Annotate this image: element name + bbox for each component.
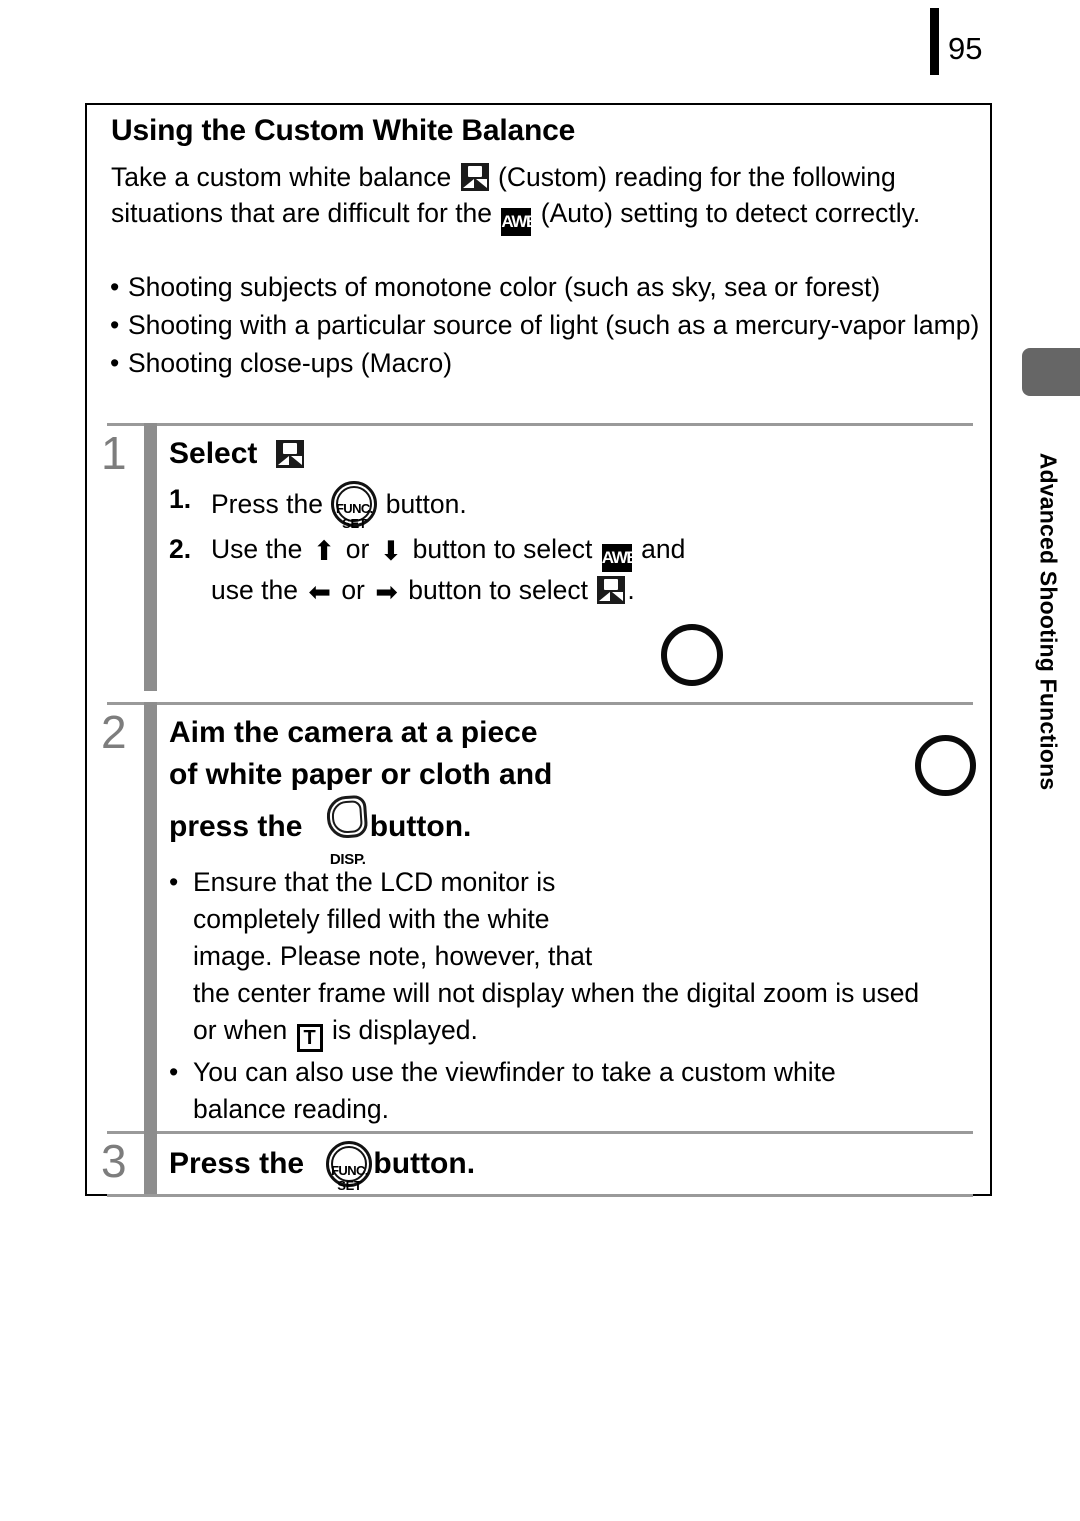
list-item-label: Shooting close-ups (Macro)	[128, 348, 453, 378]
intro-bullet-list: • Shooting subjects of monotone color (s…	[104, 268, 984, 382]
intro-paragraph: Take a custom white balance (Custom) rea…	[111, 159, 977, 236]
step-2-heading-line2: of white paper or cloth and	[169, 758, 553, 791]
custom-white-balance-icon	[275, 440, 304, 468]
step-divider	[107, 1194, 973, 1197]
auto-white-balance-icon: AWB	[501, 208, 538, 236]
step-2-bullet-1-line-1: Ensure that the LCD monitor is	[193, 867, 556, 897]
step-accent-bar	[144, 1131, 157, 1194]
bullet-dot-icon: •	[169, 1057, 179, 1087]
step-accent-bar	[144, 702, 157, 1131]
step-2-bullet-1-line-5: or when T is displayed.	[193, 1012, 969, 1052]
page-number-rule	[930, 8, 939, 75]
step-number: 2	[101, 706, 127, 758]
arrow-right-icon: ➡	[375, 577, 398, 607]
substep-1-marker: 1.	[169, 484, 192, 514]
step-2-bullet-1: • Ensure that the LCD monitor is complet…	[169, 864, 969, 1052]
step-2-bullet-1-line-5-text: or when	[193, 1015, 288, 1045]
step-2-heading-line3-a: press the	[169, 810, 303, 843]
custom-white-balance-icon	[460, 163, 489, 191]
substep-1: 1. Press the FUNC. SET button.	[169, 481, 729, 531]
substep-1-text-b: button.	[385, 489, 467, 519]
page-title: Using the Custom White Balance	[111, 114, 576, 147]
step-1-heading-label: Select	[169, 437, 258, 470]
side-tab-label: Advanced Shooting Functions	[1035, 452, 1062, 791]
step-2-heading: Aim the camera at a piece of white paper…	[169, 712, 969, 868]
step-1-body: Select 1. Press the FUNC. SET button. 2. …	[169, 433, 729, 609]
substep-2: 2. Use the ⬆ or ⬇ button to select AWB a…	[169, 531, 729, 609]
step-2-bullet-2-line-2: balance reading.	[193, 1094, 389, 1124]
substep-2-text-e: or	[341, 575, 365, 605]
page-number: 95	[948, 31, 983, 66]
step-2-heading-line1: Aim the camera at a piece	[169, 716, 538, 749]
substep-2-text-f: button to select	[408, 575, 588, 605]
bullet-dot-icon: •	[110, 272, 120, 302]
arrow-left-icon: ⬅	[308, 577, 331, 607]
list-item: • Shooting close-ups (Macro)	[104, 344, 984, 382]
tele-zoom-icon: T	[296, 1024, 323, 1052]
step-divider	[107, 1131, 973, 1134]
arrow-down-icon: ⬇	[379, 536, 403, 566]
list-item-label: Shooting subjects of monotone color (suc…	[128, 272, 881, 302]
bullet-dot-icon: •	[110, 348, 120, 378]
side-tab: Advanced Shooting Functions	[1010, 348, 1080, 893]
step-divider	[107, 423, 973, 426]
step-3-heading: Press the FUNC. SET button.	[169, 1141, 929, 1193]
bullet-dot-icon: •	[110, 310, 120, 340]
step-1-heading: Select	[169, 433, 729, 475]
step-divider	[107, 702, 973, 705]
step-2-bullet-1-tail: is displayed.	[332, 1015, 478, 1045]
substep-2-text-g: .	[627, 575, 635, 605]
camera-control-circle-icon	[661, 624, 723, 686]
step-3-heading-a: Press the	[169, 1147, 305, 1180]
func-set-button-icon: FUNC. SET	[331, 481, 378, 531]
bullet-dot-icon: •	[169, 867, 179, 897]
step-number: 3	[101, 1135, 127, 1187]
step-2-bullet-2: • You can also use the viewfinder to tak…	[169, 1054, 969, 1128]
step-number: 1	[101, 427, 127, 479]
list-item: • Shooting with a particular source of l…	[104, 306, 984, 344]
auto-white-balance-icon: AWB	[601, 544, 639, 572]
intro-text-part1: Take a custom white balance	[111, 162, 452, 192]
substep-2-marker: 2.	[169, 534, 192, 564]
custom-white-balance-icon	[597, 576, 626, 604]
arrow-up-icon: ⬆	[312, 536, 336, 566]
page-content-frame: Using the Custom White Balance Take a cu…	[85, 103, 992, 1197]
substep-1-text-a: Press the	[211, 489, 323, 519]
step-2-bullet-1-line-4: the center frame will not display when t…	[193, 978, 920, 1008]
list-item: • Shooting subjects of monotone color (s…	[104, 268, 984, 306]
func-set-button-icon: FUNC. SET	[326, 1141, 373, 1193]
substep-2-text-b: or	[345, 534, 370, 564]
intro-text-part3: (Auto) setting to detect correctly.	[540, 198, 921, 228]
step-3-heading-b: button.	[373, 1147, 476, 1180]
step-2-heading-line3: press the DISP. button.	[169, 794, 969, 868]
substep-2-text-a: Use the	[211, 534, 303, 564]
step-2-heading-line3-b: button.	[369, 810, 472, 843]
disp-button-icon: DISP.	[325, 794, 369, 868]
step-3-body: Press the FUNC. SET button.	[169, 1141, 929, 1193]
step-2-body: Aim the camera at a piece of white paper…	[169, 712, 969, 1128]
step-2-bullet-1-line-2: completely filled with the white	[193, 904, 550, 934]
step-accent-bar	[144, 423, 157, 691]
substep-2-text-c: button to select	[412, 534, 593, 564]
list-item-label: Shooting with a particular source of lig…	[128, 310, 980, 340]
step-2-bullet-2-line-1: You can also use the viewfinder to take …	[193, 1057, 836, 1087]
step-2-bullet-1-line-3: image. Please note, however, that	[193, 941, 593, 971]
